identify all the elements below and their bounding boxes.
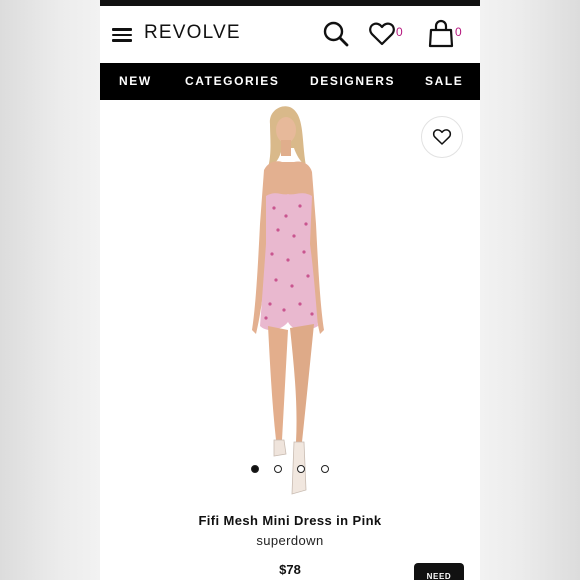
background-right <box>480 0 580 580</box>
product-image-gallery[interactable] <box>100 100 480 510</box>
product-brand[interactable]: superdown <box>100 533 480 548</box>
site-logo[interactable]: REVOLVE <box>144 22 241 44</box>
search-icon[interactable] <box>322 20 350 48</box>
gallery-dot-1[interactable] <box>251 465 259 473</box>
main-nav: NEW CATEGORIES DESIGNERS SALE <box>100 63 480 100</box>
nav-item-new[interactable]: NEW <box>119 74 152 88</box>
bag-count: 0 <box>455 25 462 39</box>
heart-icon[interactable] <box>368 21 396 47</box>
heart-outline-icon <box>432 129 452 145</box>
gallery-dot-2[interactable] <box>274 465 282 473</box>
need-help-button[interactable]: NEED <box>414 563 464 580</box>
nav-item-designers[interactable]: DESIGNERS <box>310 74 395 88</box>
mobile-screen: REVOLVE 0 0 NEW CATEGORIES DESIGNERS SAL… <box>100 0 480 580</box>
background-left <box>0 0 100 580</box>
shopping-bag-icon[interactable] <box>428 19 454 49</box>
hamburger-menu-icon[interactable] <box>112 28 134 42</box>
product-title: Fifi Mesh Mini Dress in Pink <box>198 513 382 528</box>
gallery-pagination <box>250 465 340 475</box>
gallery-dot-3[interactable] <box>297 465 305 473</box>
wishlist-count: 0 <box>396 25 403 39</box>
nav-item-categories[interactable]: CATEGORIES <box>185 74 279 88</box>
wishlist-add-button[interactable] <box>421 116 463 158</box>
gallery-dot-4[interactable] <box>321 465 329 473</box>
site-header: REVOLVE 0 0 <box>100 6 480 63</box>
product-image[interactable] <box>230 104 350 504</box>
nav-item-sale[interactable]: SALE <box>425 74 463 88</box>
